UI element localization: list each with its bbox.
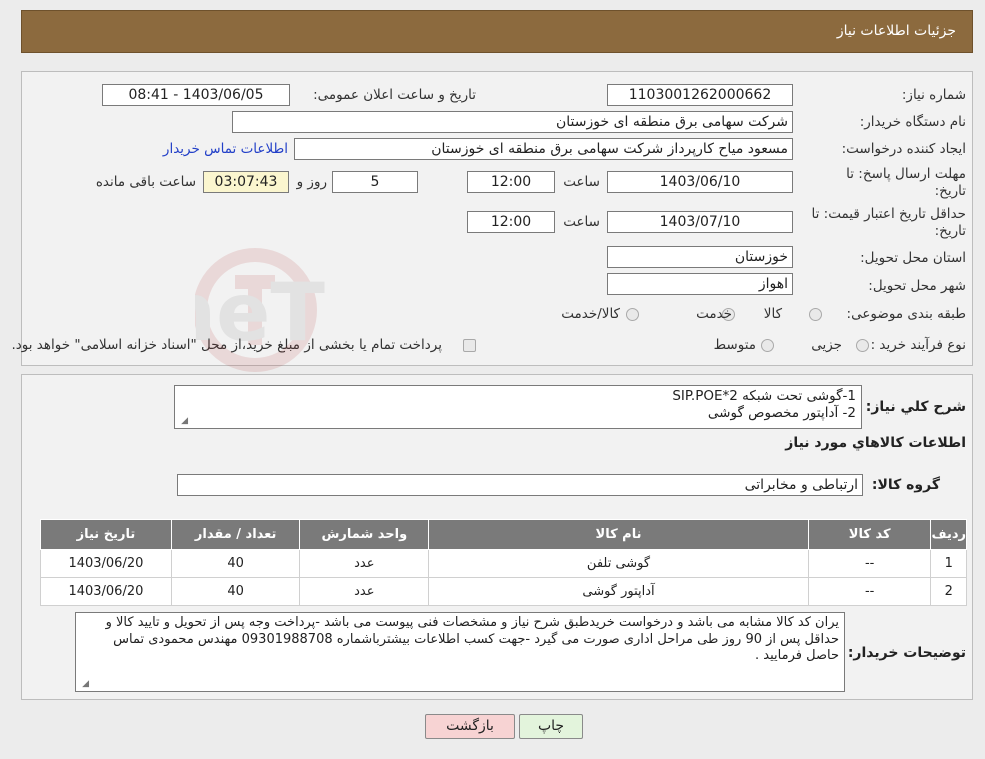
col-row: رديف — [930, 519, 967, 550]
summary-textarea[interactable]: 1-گوشی تحت شبکه SIP.POE*2 2- آداپتور مخص… — [174, 385, 862, 429]
cell-row: 2 — [930, 577, 967, 606]
col-name: نام کالا — [428, 519, 809, 550]
cell-qty: 40 — [170, 577, 301, 606]
category-label: طبقه بندی موضوعی: — [846, 306, 966, 322]
cell-name: آداپتور گوشی — [428, 577, 809, 606]
process-note: پرداخت تمام یا بخشی از مبلغ خرید،از محل … — [11, 337, 442, 353]
process-minor-label: جزیی — [811, 337, 842, 353]
treasury-checkbox[interactable] — [463, 339, 476, 352]
remaining-label: ساعت باقی مانده — [95, 174, 196, 190]
cell-unit: عدد — [299, 577, 430, 606]
goods-table-header: رديف کد کالا نام کالا واحد شمارش تعداد /… — [40, 519, 967, 550]
cell-date: 1403/06/20 — [40, 577, 172, 606]
deadline-label: مهلت ارسال پاسخ: تا تاریخ: — [846, 166, 966, 199]
province-field: خوزستان — [607, 246, 793, 268]
summary-line-1: 1-گوشی تحت شبکه SIP.POE*2 — [672, 388, 856, 404]
col-date: تاريخ نياز — [40, 519, 172, 550]
deadline-time-label: ساعت — [563, 174, 600, 190]
buyer-org-field: شرکت سهامی برق منطقه ای خوزستان — [232, 111, 793, 133]
col-code: کد کالا — [807, 519, 932, 550]
creator-label: ایجاد کننده درخواست: — [841, 141, 966, 157]
col-unit: واحد شمارش — [299, 519, 430, 550]
goods-group-field: ارتباطی و مخابراتی — [177, 474, 863, 496]
category-service-label: خدمت — [696, 306, 732, 322]
col-qty: تعداد / مقدار — [170, 519, 301, 550]
page-title: جزئیات اطلاعات نیاز — [836, 23, 956, 39]
summary-line-2: 2- آداپتور مخصوص گوشی — [707, 405, 856, 421]
process-label: نوع فرآیند خرید : — [870, 337, 966, 353]
cell-code: -- — [807, 549, 932, 578]
category-goods-label: کالا — [763, 306, 782, 322]
remaining-time-field: 03:07:43 — [203, 171, 289, 193]
days-field: 5 — [332, 171, 418, 193]
deadline-date-field: 1403/06/10 — [607, 171, 793, 193]
category-both-radio[interactable] — [626, 308, 639, 321]
process-medium-radio[interactable] — [761, 339, 774, 352]
buyer-contact-link[interactable]: اطلاعات تماس خریدار — [163, 141, 288, 157]
cell-code: -- — [807, 577, 932, 606]
buyer-notes-label: توضیحات خریدار: — [847, 645, 966, 661]
deadline-time-field: 12:00 — [467, 171, 555, 193]
need-number-label: شماره نیاز: — [901, 87, 966, 103]
process-minor-radio[interactable] — [856, 339, 869, 352]
announce-field: 1403/06/05 - 08:41 — [102, 84, 290, 106]
table-row: 2 -- آداپتور گوشی عدد 40 1403/06/20 — [40, 577, 967, 606]
process-medium-label: متوسط — [713, 337, 756, 353]
table-row: 1 -- گوشی تلفن عدد 40 1403/06/20 — [40, 549, 967, 578]
price-validity-label: حداقل تاریخ اعتبار قیمت: تا تاریخ: — [811, 206, 966, 239]
resize-grip-icon[interactable]: ◢ — [178, 416, 188, 426]
resize-grip-icon[interactable]: ◢ — [79, 679, 89, 689]
price-validity-time-field: 12:00 — [467, 211, 555, 233]
city-label: شهر محل تحویل: — [868, 278, 966, 294]
cell-date: 1403/06/20 — [40, 549, 172, 578]
days-label: روز و — [296, 174, 327, 190]
summary-label: شرح کلي نياز: — [865, 399, 966, 415]
cell-qty: 40 — [170, 549, 301, 578]
need-number-field: 1103001262000662 — [607, 84, 793, 106]
province-label: استان محل تحویل: — [860, 250, 966, 266]
goods-table: رديف کد کالا نام کالا واحد شمارش تعداد /… — [40, 519, 967, 606]
announce-label: تاریخ و ساعت اعلان عمومی: — [313, 87, 476, 103]
category-both-label: کالا/خدمت — [561, 306, 620, 322]
city-field: اهواز — [607, 273, 793, 295]
cell-name: گوشی تلفن — [428, 549, 809, 578]
goods-group-label: گروه کالا: — [871, 477, 940, 493]
need-info-panel: شماره نیاز: 1103001262000662 تاریخ و ساع… — [11, 71, 973, 366]
page-header: جزئیات اطلاعات نیاز — [21, 10, 973, 53]
buyer-notes-textarea[interactable]: یران کد کالا مشابه می باشد و درخواست خری… — [75, 612, 845, 692]
goods-info-title: اطلاعات کالاهاي مورد نياز — [785, 435, 966, 451]
cell-row: 1 — [930, 549, 967, 578]
cell-unit: عدد — [299, 549, 430, 578]
price-validity-time-label: ساعت — [563, 214, 600, 230]
buyer-notes-text: یران کد کالا مشابه می باشد و درخواست خری… — [105, 615, 839, 663]
buyer-org-label: نام دستگاه خریدار: — [859, 114, 966, 130]
back-button[interactable]: بازگشت — [425, 714, 515, 739]
price-validity-date-field: 1403/07/10 — [607, 211, 793, 233]
need-details-panel: شرح کلي نياز: 1-گوشی تحت شبکه SIP.POE*2 … — [21, 374, 973, 700]
category-goods-radio[interactable] — [809, 308, 822, 321]
creator-field: مسعود میاح کارپرداز شرکت سهامی برق منطقه… — [294, 138, 793, 160]
print-button[interactable]: چاپ — [519, 714, 583, 739]
